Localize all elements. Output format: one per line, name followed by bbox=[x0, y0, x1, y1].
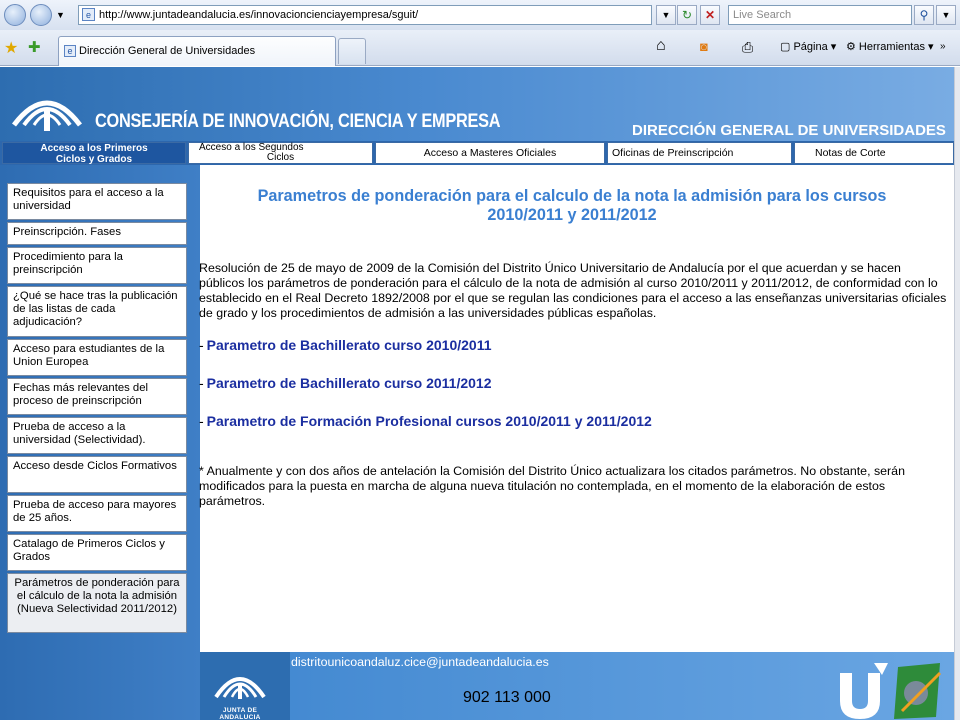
note-paragraph: * Anualmente y con dos años de antelació… bbox=[199, 464, 905, 508]
print-icon[interactable]: ⎙ bbox=[742, 38, 753, 56]
menu-item-parametros-active[interactable]: Parámetros de ponderación para el cálcul… bbox=[7, 573, 187, 633]
contact-email[interactable]: distritounicoandaluz.cice@juntadeandaluc… bbox=[291, 655, 549, 669]
nav-tab-oficinas[interactable]: Oficinas de Preinscripción bbox=[607, 142, 792, 164]
link-label[interactable]: Parametro de Bachillerato curso 2011/201… bbox=[207, 375, 492, 391]
link-bachillerato-2011[interactable]: - Parametro de Bachillerato curso 2011/20… bbox=[199, 375, 492, 391]
nav-tab-masteres[interactable]: Acceso a Masteres Oficiales bbox=[375, 142, 605, 164]
new-tab-button[interactable] bbox=[338, 38, 366, 64]
home-icon[interactable]: ⌂ bbox=[656, 38, 666, 54]
page-title: Parametros de ponderación para el calcul… bbox=[222, 187, 922, 225]
link-bullet: - bbox=[199, 375, 204, 391]
consejeria-title: CONSEJERÍA DE INNOVACIÓN, CIENCIA Y EMPR… bbox=[95, 111, 501, 132]
address-dropdown-button[interactable]: ▼ bbox=[656, 5, 676, 25]
page-icon: e bbox=[82, 8, 95, 21]
back-button[interactable] bbox=[4, 4, 26, 26]
page-title-line2: 2010/2011 y 2011/2012 bbox=[487, 206, 657, 224]
menu-item-mayores-25[interactable]: Prueba de acceso para mayores de 25 años… bbox=[7, 495, 187, 532]
direccion-title: DIRECCIÓN GENERAL DE UNIVERSIDADES bbox=[632, 122, 946, 139]
main-nav: Acceso a los Primeros Ciclos y Grados Ac… bbox=[0, 141, 954, 165]
add-favorites-icon[interactable]: ✚ bbox=[28, 38, 41, 56]
page-menu-label: Página bbox=[793, 41, 828, 53]
refresh-icon[interactable]: ↻ bbox=[677, 5, 697, 25]
vertical-scrollbar[interactable] bbox=[954, 67, 960, 720]
browser-tab-active[interactable]: Dirección General de Universidades bbox=[58, 36, 336, 66]
search-input[interactable]: Live Search bbox=[728, 5, 912, 25]
link-bullet: - bbox=[199, 413, 204, 429]
menu-item-fechas[interactable]: Fechas más relevantes del proceso de pre… bbox=[7, 378, 187, 415]
tools-menu[interactable]: ⚙ Herramientas ▾ bbox=[846, 38, 934, 56]
junta-andalucia-logo-icon bbox=[12, 100, 82, 131]
contact-phone: 902 113 000 bbox=[463, 689, 551, 706]
nav-tab-primeros-ciclos[interactable]: Acceso a los Primeros Ciclos y Grados bbox=[2, 142, 186, 165]
left-sidebar: Requisitos para el acceso a la universid… bbox=[0, 165, 200, 720]
nav-tab-notas-corte[interactable]: Notas de Corte bbox=[794, 142, 954, 164]
tab-favicon-icon: e bbox=[64, 45, 76, 57]
menu-item-union-europea[interactable]: Acceso para estudiantes de la Union Euro… bbox=[7, 339, 187, 376]
menu-item-selectividad[interactable]: Prueba de acceso a la universidad (Selec… bbox=[7, 417, 187, 454]
junta-logo-text: JUNTA DE ANDALUCIA bbox=[219, 707, 261, 721]
web-page: CONSEJERÍA DE INNOVACIÓN, CIENCIA Y EMPR… bbox=[0, 67, 954, 721]
site-banner: CONSEJERÍA DE INNOVACIÓN, CIENCIA Y EMPR… bbox=[0, 67, 954, 141]
nav-tab-segundos-ciclos[interactable]: Acceso a los Segundos Ciclos bbox=[188, 142, 373, 164]
intro-paragraph: Resolución de 25 de mayo de 2009 de la C… bbox=[199, 261, 947, 320]
favorites-star-icon[interactable]: ★ bbox=[4, 38, 18, 58]
search-options-icon[interactable]: ▼ bbox=[936, 5, 956, 25]
menu-item-procedimiento[interactable]: Procedimiento para la preinscripción bbox=[7, 247, 187, 284]
menu-item-catalogo[interactable]: Catalago de Primeros Ciclos y Grados bbox=[7, 534, 187, 571]
stop-icon[interactable]: ✕ bbox=[700, 5, 720, 25]
feeds-icon[interactable]: ◙ bbox=[700, 38, 708, 56]
link-label[interactable]: Parametro de Bachillerato curso 2010/201… bbox=[207, 337, 492, 353]
nav-tab-label-line2: Ciclos y Grados bbox=[55, 154, 133, 165]
chevron-icon[interactable]: » bbox=[940, 38, 946, 56]
link-formacion-profesional[interactable]: - Parametro de Formación Profesional curs… bbox=[199, 413, 652, 429]
page-title-line1: Parametros de ponderación para el calcul… bbox=[257, 187, 887, 205]
distrito-unico-logo-icon bbox=[840, 663, 942, 719]
nav-tab-label-line1: Acceso a los Primeros bbox=[40, 143, 148, 154]
link-bullet: - bbox=[199, 337, 204, 353]
address-bar[interactable]: http://www.juntadeandalucia.es/innovacio… bbox=[78, 5, 652, 25]
link-label[interactable]: Parametro de Formación Profesional curso… bbox=[207, 413, 652, 429]
menu-item-preinscripcion-fases[interactable]: Preinscripción. Fases bbox=[7, 222, 187, 245]
menu-item-ciclos-formativos[interactable]: Acceso desde Ciclos Formativos bbox=[7, 456, 187, 493]
menu-item-listas-adjudicacion[interactable]: ¿Qué se hace tras la publicación de las … bbox=[7, 286, 187, 337]
link-bachillerato-2010[interactable]: - Parametro de Bachillerato curso 2010/20… bbox=[199, 337, 492, 353]
menu-item-requisitos[interactable]: Requisitos para el acceso a la universid… bbox=[7, 183, 187, 220]
search-icon[interactable]: ⚲ bbox=[914, 5, 934, 25]
junta-footer-logo-icon bbox=[214, 677, 266, 699]
nav-tab-label-line2: Ciclos bbox=[266, 152, 295, 163]
history-dropdown-icon[interactable]: ▼ bbox=[56, 10, 65, 20]
tools-menu-label: Herramientas bbox=[858, 41, 925, 53]
page-menu[interactable]: ▢ Página ▾ bbox=[780, 38, 836, 56]
forward-button[interactable] bbox=[30, 4, 52, 26]
